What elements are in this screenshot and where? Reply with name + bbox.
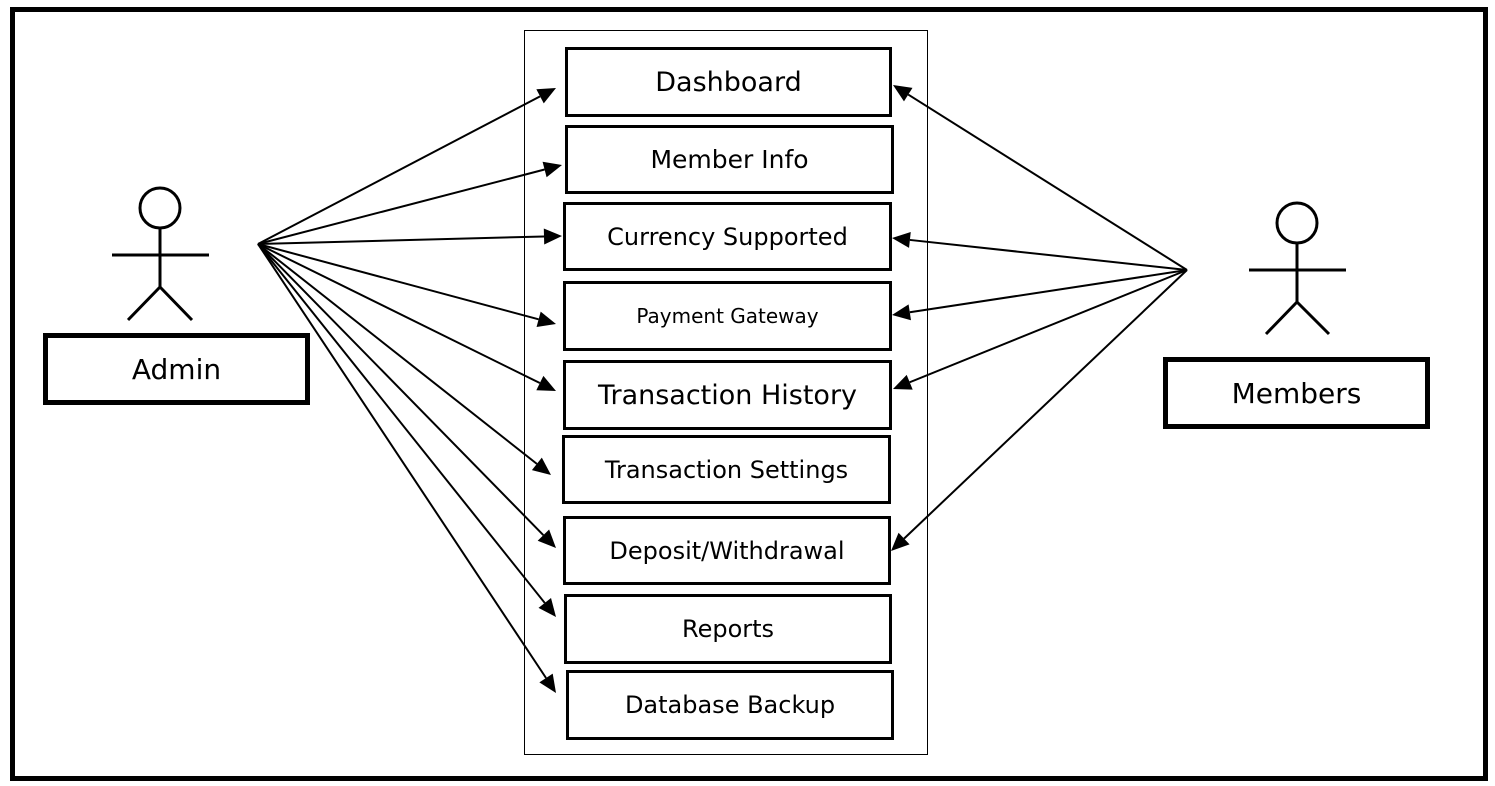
arrowhead-admin-payment-gateway [536,311,556,328]
arrowhead-admin-currency-supported [543,228,562,245]
members-right-leg [1295,300,1331,336]
association-admin-reports [257,243,546,604]
admin-right-leg [158,285,194,322]
admin-actor-icon [112,186,209,322]
association-members-transaction-history [909,269,1188,384]
association-admin-member-info [257,168,545,245]
admin-head [138,186,182,230]
association-admin-transaction-history [257,243,541,384]
association-members-payment-gateway [909,269,1188,314]
arrowhead-members-payment-gateway [892,304,912,321]
association-admin-currency-supported [257,235,545,245]
arrowhead-admin-database-backup [539,673,556,693]
arrowhead-members-dashboard [893,85,913,102]
association-members-deposit-withdrawal [903,269,1188,540]
diagram-canvas [112,85,1346,693]
association-admin-transaction-settings [257,243,538,465]
association-admin-deposit-withdrawal [257,243,545,536]
arrowhead-admin-transaction-settings [531,457,551,475]
members-actor-icon [1249,201,1346,336]
arrowhead-admin-reports [538,597,556,617]
arrowhead-admin-member-info [542,161,562,178]
association-admin-dashboard [257,95,541,245]
members-head [1275,201,1319,245]
admin-left-leg [126,285,162,322]
associations [257,85,1188,693]
members-left-leg [1264,300,1299,336]
arrowhead-members-currency-supported [892,231,911,248]
